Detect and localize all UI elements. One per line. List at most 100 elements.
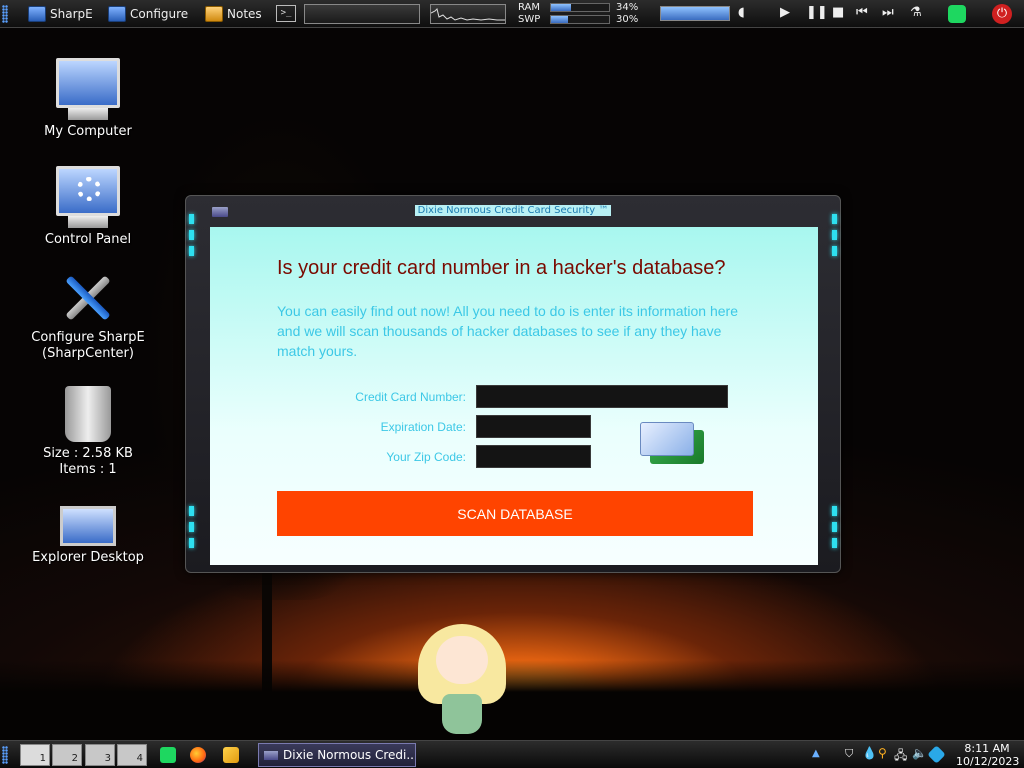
notes-label: Notes bbox=[227, 7, 262, 21]
desktop-icon-recycle-bin[interactable]: Size : 2.58 KB Items : 1 bbox=[28, 386, 148, 478]
notes-icon bbox=[205, 6, 223, 22]
configure-label: Configure bbox=[130, 7, 189, 21]
notes-icon[interactable] bbox=[223, 747, 239, 763]
character-body bbox=[442, 694, 482, 734]
volume-icon[interactable]: ◖ bbox=[738, 5, 745, 20]
power-icon[interactable]: ⏻ bbox=[992, 4, 1012, 24]
sharpe-label: SharpE bbox=[50, 7, 93, 21]
notes-button[interactable]: Notes bbox=[205, 3, 262, 25]
search-icon[interactable]: ⚲ bbox=[878, 746, 887, 760]
taskbar-grip[interactable] bbox=[2, 746, 8, 764]
task-label: Dixie Normous Credi... bbox=[283, 748, 416, 762]
window-content: Is your credit card number in a hacker's… bbox=[210, 227, 818, 565]
desktop-icon-control-panel[interactable]: Control Panel bbox=[28, 166, 148, 248]
firefox-icon[interactable] bbox=[190, 747, 206, 763]
window-light bbox=[832, 522, 837, 532]
clock[interactable]: 8:11 AM 10/12/2023 bbox=[956, 742, 1020, 768]
clock-time: 8:11 AM bbox=[964, 742, 1010, 755]
scan-database-button[interactable]: SCAN DATABASE bbox=[277, 491, 753, 536]
window-light bbox=[189, 506, 194, 516]
terminal-icon[interactable]: >_ bbox=[276, 5, 296, 22]
workspace-2[interactable]: 2 bbox=[52, 744, 82, 766]
configure-button[interactable]: Configure bbox=[108, 3, 188, 25]
window-light bbox=[189, 538, 194, 548]
spotify-icon[interactable] bbox=[948, 5, 966, 23]
speaker-icon[interactable]: 🔈 bbox=[912, 746, 927, 760]
control-panel-stand bbox=[68, 216, 108, 228]
network-icon[interactable]: 🖧 bbox=[894, 746, 907, 767]
cpu-graph bbox=[430, 4, 506, 24]
tray-expand-icon[interactable]: ▲ bbox=[812, 748, 820, 759]
tools-icon bbox=[60, 270, 116, 326]
page-title: Is your credit card number in a hacker's… bbox=[277, 257, 726, 279]
window-title-text: Dixie Normous Credit Card Security ™ bbox=[414, 205, 612, 216]
ram-label: RAM bbox=[518, 2, 541, 13]
ram-percent: 34% bbox=[616, 2, 639, 13]
sharpe-menu-button[interactable]: SharpE bbox=[28, 3, 93, 25]
desktop-icon-label: My Computer bbox=[44, 124, 132, 139]
swp-bar-fill bbox=[551, 16, 569, 23]
workspace-1[interactable]: 1 bbox=[20, 744, 50, 766]
window-title[interactable]: Dixie Normous Credit Card Security ™ bbox=[186, 202, 840, 216]
player-icon[interactable]: ⚗ bbox=[910, 5, 922, 20]
run-input[interactable] bbox=[304, 4, 420, 24]
character-face bbox=[436, 636, 488, 684]
window-light bbox=[832, 214, 837, 224]
window-light bbox=[832, 230, 837, 240]
taskbar: 1 2 3 4 Dixie Normous Credi... ▲ ⛉ 💧 ⚲ 🖧… bbox=[0, 740, 1024, 768]
credit-cards-icon bbox=[640, 422, 708, 470]
computer-icon bbox=[56, 58, 120, 108]
expiration-date-field[interactable] bbox=[476, 415, 591, 438]
window-light bbox=[189, 246, 194, 256]
window-light bbox=[189, 522, 194, 532]
workspace-3[interactable]: 3 bbox=[85, 744, 115, 766]
spotify-icon[interactable] bbox=[160, 747, 176, 763]
desktop-icon-label: Size : 2.58 KB Items : 1 bbox=[43, 446, 133, 477]
window-light bbox=[189, 230, 194, 240]
play-icon[interactable]: ▶ bbox=[780, 5, 790, 20]
control-panel-icon bbox=[56, 166, 120, 216]
top-bar: SharpE Configure Notes >_ RAM SWP 34% 30… bbox=[0, 0, 1024, 28]
desktop-icon-label: Explorer Desktop bbox=[32, 550, 144, 565]
zip-code-label: Your Zip Code: bbox=[386, 450, 466, 464]
configure-icon bbox=[108, 6, 126, 22]
pause-icon[interactable]: ❚❚ bbox=[806, 5, 828, 20]
shield-icon[interactable]: ⛉ bbox=[845, 747, 853, 761]
stop-icon[interactable]: ■ bbox=[832, 5, 844, 20]
desktop-icon-explorer-desktop[interactable]: Explorer Desktop bbox=[28, 506, 148, 566]
swp-label: SWP bbox=[518, 14, 541, 25]
blue-card-shape bbox=[640, 422, 694, 456]
app-tray-icon[interactable] bbox=[927, 745, 946, 764]
card-number-label: Credit Card Number: bbox=[355, 390, 466, 404]
droplet-icon[interactable]: 💧 bbox=[862, 746, 877, 760]
intro-text: You can easily find out now! All you nee… bbox=[277, 303, 738, 359]
clock-date: 10/12/2023 bbox=[956, 755, 1020, 768]
ram-bar bbox=[550, 3, 610, 12]
desktop-icon-label: Configure SharpE (SharpCenter) bbox=[31, 330, 145, 361]
window-light bbox=[189, 214, 194, 224]
desktop-icon-configure-sharpe[interactable]: Configure SharpE (SharpCenter) bbox=[28, 270, 148, 362]
computer-icon bbox=[28, 6, 46, 22]
desktop-icon-my-computer[interactable]: My Computer bbox=[28, 58, 148, 140]
gear-icon bbox=[77, 177, 101, 201]
explorer-icon bbox=[60, 506, 116, 546]
window-light bbox=[832, 246, 837, 256]
previous-icon[interactable]: ⏮ bbox=[856, 5, 868, 20]
next-icon[interactable]: ⏭ bbox=[882, 5, 894, 20]
expiration-label: Expiration Date: bbox=[380, 420, 466, 434]
volume-bar[interactable] bbox=[660, 6, 730, 21]
task-dixie-normous[interactable]: Dixie Normous Credi... bbox=[258, 743, 416, 767]
recycle-bin-icon bbox=[65, 386, 111, 442]
credit-card-security-window[interactable]: Dixie Normous Credit Card Security ™ Is … bbox=[185, 195, 841, 573]
zip-code-field[interactable] bbox=[476, 445, 591, 468]
cartoon-character bbox=[412, 612, 512, 740]
card-number-field[interactable] bbox=[476, 385, 728, 408]
swp-bar bbox=[550, 15, 610, 24]
cpu-graph-line bbox=[430, 8, 505, 21]
window-light bbox=[832, 538, 837, 548]
computer-stand bbox=[68, 108, 108, 120]
top-bar-grip[interactable] bbox=[2, 5, 8, 23]
workspace-4[interactable]: 4 bbox=[117, 744, 147, 766]
swp-percent: 30% bbox=[616, 14, 639, 25]
window-icon bbox=[264, 751, 278, 760]
